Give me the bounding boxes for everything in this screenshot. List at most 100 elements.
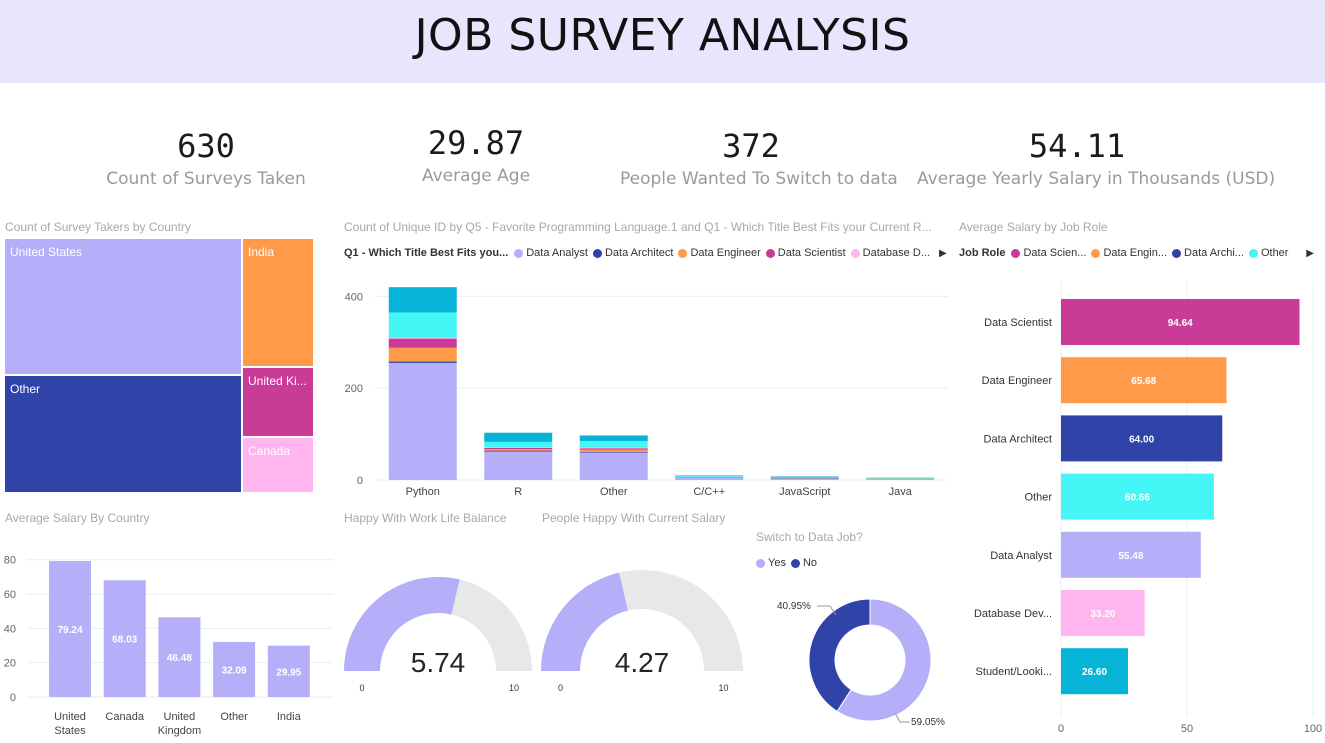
y-tick-label: Data Analyst <box>990 550 1052 562</box>
legend-item-data-analyst[interactable]: Data Analyst <box>514 247 588 259</box>
legend-item-data-scientist[interactable]: Data Scien... <box>1011 247 1086 259</box>
gauge-wlb-title: Happy With Work Life Balance <box>344 511 507 525</box>
legend-item-no[interactable]: No <box>790 557 817 569</box>
x-tick-label: Other <box>600 486 628 498</box>
legend-label: Data Scien... <box>1023 247 1087 259</box>
bar-segment <box>866 477 935 479</box>
y-tick-label: 0 <box>357 475 363 487</box>
kpi-average-age[interactable]: 29.87 Average Age <box>376 124 576 186</box>
treemap-cell-united-states[interactable]: United States <box>4 238 242 375</box>
lang-stacked-bar-chart[interactable]: 0 200 400 Python R Other C/C++ JavaScript Java <box>340 268 955 503</box>
legend-item-data-engineer[interactable]: Data Engin... <box>1091 247 1167 259</box>
bar-segment <box>675 477 744 478</box>
legend-item-database-developer[interactable]: Database D... <box>850 247 930 259</box>
gauge-min-label: 0 <box>359 683 364 693</box>
y-tick-label: Data Engineer <box>982 375 1053 387</box>
bar-segment <box>866 478 935 479</box>
legend-next-arrow[interactable]: ▶ <box>1306 248 1314 259</box>
bar-segment <box>388 287 457 313</box>
data-label: 64.00 <box>1129 434 1154 445</box>
legend-title: Q1 - Which Title Best Fits you... <box>344 247 509 259</box>
bar-segment <box>675 476 744 478</box>
bar-segment <box>675 475 744 477</box>
treemap-cell-label: India <box>248 245 275 259</box>
gauge-max-label: 10 <box>509 683 519 693</box>
legend-dot <box>592 248 602 258</box>
gauge-min-label: 0 <box>558 683 563 693</box>
legend-dot <box>1172 248 1182 258</box>
legend-item-data-engineer[interactable]: Data Engineer <box>678 247 761 259</box>
kpi-value: 29.87 <box>427 124 525 162</box>
data-label: 68.03 <box>112 635 137 646</box>
treemap-title: Count of Survey Takers by Country <box>5 220 191 234</box>
legend-dot <box>756 558 765 568</box>
gauge-salary-title: People Happy With Current Salary <box>542 511 726 525</box>
x-tick-label: C/C++ <box>693 486 725 498</box>
data-label: 46.48 <box>167 653 192 664</box>
y-tick-label: 80 <box>4 555 16 567</box>
y-tick-label: 20 <box>4 658 16 670</box>
legend-item-other[interactable]: Other <box>1248 247 1289 259</box>
lang-chart-legend: Q1 - Which Title Best Fits you... Data A… <box>344 247 947 259</box>
gauge-value: 5.74 <box>411 647 466 678</box>
treemap-cell-other[interactable]: Other <box>4 375 242 493</box>
treemap-cell-label: Other <box>10 382 41 396</box>
x-tick-label: Java <box>889 486 913 498</box>
kpi-switch-count[interactable]: 372 People Wanted To Switch to data <box>620 127 898 189</box>
bar-segment <box>484 441 553 448</box>
gauge-work-life-balance[interactable]: 5.74 0 10 <box>336 565 541 695</box>
gauge-current-salary[interactable]: 4.27 0 10 <box>534 565 749 695</box>
legend-label: Data Analyst <box>526 247 588 259</box>
bar-segment <box>770 477 839 479</box>
treemap-cell-label: Canada <box>248 444 291 458</box>
kpi-survey-count[interactable]: 630 Count of Surveys Taken <box>106 127 306 189</box>
legend-dot <box>1011 248 1021 258</box>
x-tick-label: Python <box>406 486 440 498</box>
switch-donut-chart[interactable]: 40.95% 59.05% <box>750 585 955 735</box>
legend-item-yes[interactable]: Yes <box>756 557 786 569</box>
legend-label: Data Archi... <box>1184 247 1244 259</box>
data-label: 59.05% <box>911 717 945 728</box>
legend-dot <box>790 558 800 568</box>
legend-item-data-architect[interactable]: Data Architect <box>592 247 673 259</box>
bar-segment <box>579 451 648 453</box>
legend-label: Data Scientist <box>777 247 846 259</box>
treemap-cell-india[interactable]: India <box>242 238 314 367</box>
legend-label: Data Engineer <box>690 247 761 259</box>
bar-segment <box>484 432 553 442</box>
salary-country-bar-chart[interactable]: 0 20 40 60 80 79.24 United States 68.03 Canada 46.… <box>0 530 335 743</box>
y-tick-label: 0 <box>10 692 16 704</box>
treemap-cell-united-kingdom[interactable]: United Ki... <box>242 367 314 437</box>
bar-segment <box>388 361 457 363</box>
salary-role-bar-chart[interactable]: 0 50 100 94.64 Data Scientist 65.68 Data Engin… <box>955 268 1325 743</box>
kpi-label: Average Yearly Salary in Thousands (USD) <box>917 169 1276 189</box>
legend-title: Job Role <box>959 247 1006 259</box>
legend-item-data-architect[interactable]: Data Archi... <box>1172 247 1244 259</box>
bar-segment <box>579 435 648 441</box>
legend-next-arrow[interactable]: ▶ <box>939 248 947 259</box>
bar-segment <box>579 452 648 480</box>
bar-segment <box>866 479 935 480</box>
kpi-label: Count of Surveys Taken <box>106 169 306 189</box>
data-label: 29.95 <box>276 667 301 678</box>
bar-segment <box>484 447 553 450</box>
kpi-average-salary[interactable]: 54.11 Average Yearly Salary in Thousands… <box>917 127 1276 189</box>
legend-label: Yes <box>768 557 786 569</box>
kpi-value: 630 <box>177 127 235 165</box>
data-label: 94.64 <box>1168 318 1193 329</box>
legend-label: Other <box>1260 247 1289 259</box>
kpi-value: 372 <box>722 127 780 165</box>
x-tick-label: Kingdom <box>158 725 201 737</box>
page-title: JOB SURVEY ANALYSIS <box>414 10 911 61</box>
legend-item-data-scientist[interactable]: Data Scientist <box>765 247 846 259</box>
bar-segment <box>770 478 839 480</box>
treemap-cell-label: United States <box>10 245 83 259</box>
bar-segment <box>770 477 839 478</box>
gauge-value: 4.27 <box>615 647 670 678</box>
bar-segment <box>579 447 648 449</box>
lang-chart-title: Count of Unique ID by Q5 - Favorite Prog… <box>344 220 932 234</box>
legend-dot <box>1248 248 1258 258</box>
bar-segment <box>770 476 839 477</box>
y-tick-label: 40 <box>4 623 16 635</box>
treemap-cell-canada[interactable]: Canada <box>242 437 314 493</box>
